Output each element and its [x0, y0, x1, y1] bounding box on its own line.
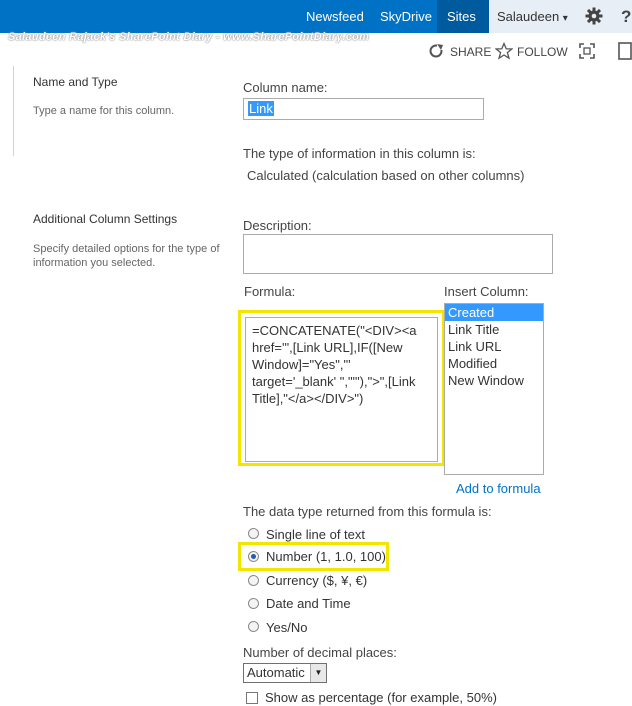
list-item[interactable]: Link Title [445, 321, 543, 338]
description-input[interactable] [243, 234, 553, 274]
share-button[interactable]: SHARE [450, 45, 491, 59]
radio-yes-no[interactable] [248, 621, 259, 632]
decimal-label: Number of decimal places: [243, 645, 397, 660]
list-item[interactable]: Created [445, 304, 543, 321]
restore-window-icon[interactable] [618, 42, 632, 63]
user-menu[interactable]: Salaudeen ▾ [497, 9, 568, 24]
nav-sites[interactable]: Sites [447, 9, 476, 24]
section-title-name-type: Name and Type [33, 75, 118, 89]
formula-line: href='",[Link URL],IF([New [252, 340, 403, 355]
sync-icon[interactable] [428, 43, 444, 62]
focus-on-content-icon[interactable] [579, 43, 595, 62]
user-name: Salaudeen [497, 9, 560, 24]
formula-input[interactable]: =CONCATENATE("<DIV><a href='",[Link URL]… [245, 317, 438, 462]
watermark: Salaudeen Rajack's SharePoint Diary - ww… [8, 31, 370, 43]
show-percentage-checkbox[interactable] [246, 692, 258, 704]
radio-date-time[interactable] [248, 598, 259, 609]
formula-line: Title],"</a></DIV>") [252, 391, 364, 406]
show-percentage-label: Show as percentage (for example, 50%) [265, 690, 497, 705]
add-to-formula-link[interactable]: Add to formula [456, 481, 541, 496]
column-name-label: Column name: [243, 80, 328, 95]
left-panel [0, 66, 14, 156]
radio-label-date-time: Date and Time [266, 596, 351, 611]
section-title-additional: Additional Column Settings [33, 212, 178, 226]
type-value: Calculated (calculation based on other c… [247, 168, 525, 183]
star-icon[interactable] [494, 41, 514, 63]
insert-column-listbox[interactable]: Created Link Title Link URL Modified New… [444, 303, 544, 475]
decimal-places-select[interactable]: Automatic ▼ [243, 663, 327, 683]
section-desc-name-type: Type a name for this column. [33, 105, 175, 117]
nav-skydrive[interactable]: SkyDrive [380, 9, 432, 24]
radio-number[interactable] [248, 551, 259, 562]
radio-label-currency: Currency ($, ¥, €) [266, 573, 368, 588]
radio-label-yes-no: Yes/No [266, 620, 308, 635]
list-item[interactable]: New Window [445, 372, 543, 389]
nav-newsfeed[interactable]: Newsfeed [306, 9, 364, 24]
datatype-label: The data type returned from this formula… [243, 504, 492, 519]
list-item[interactable]: Modified [445, 355, 543, 372]
formula-line: target='_blank' ","'"),">",[Link [252, 374, 416, 389]
help-icon[interactable]: ? [620, 7, 632, 28]
svg-text:?: ? [621, 7, 631, 25]
insert-column-label: Insert Column: [444, 284, 529, 299]
radio-label-number: Number (1, 1.0, 100) [266, 549, 386, 564]
decimal-places-value: Automatic [247, 665, 305, 680]
column-name-value: Link [248, 101, 274, 116]
chevron-down-icon: ▾ [562, 13, 568, 24]
radio-single-line[interactable] [248, 528, 259, 539]
radio-currency[interactable] [248, 575, 259, 586]
formula-line: =CONCATENATE("<DIV><a [252, 323, 417, 338]
follow-button[interactable]: FOLLOW [517, 45, 568, 59]
column-name-input[interactable]: Link [243, 98, 484, 120]
formula-label: Formula: [244, 284, 296, 299]
list-item[interactable]: Link URL [445, 338, 543, 355]
gear-icon[interactable] [585, 7, 603, 28]
radio-label-single-line: Single line of text [266, 527, 366, 542]
dropdown-arrow-icon: ▼ [310, 664, 326, 682]
formula-line: Window]="Yes","' [252, 357, 351, 372]
type-label: The type of information in this column i… [243, 146, 476, 161]
section-desc-additional: Specify detailed options for the type of… [33, 243, 220, 269]
description-label: Description: [243, 218, 312, 233]
